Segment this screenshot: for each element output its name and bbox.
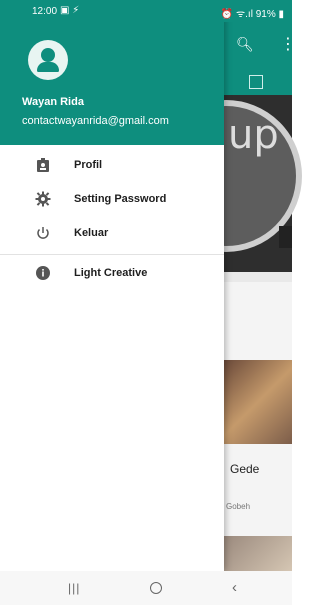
divider: [0, 254, 224, 255]
status-bar: 12:00 ▣ ⚡ ⏰ ᯤ.ıl 91% ▮: [0, 0, 292, 22]
menu-label: Setting Password: [74, 193, 167, 205]
list-tab-icon[interactable]: [249, 75, 263, 89]
menu-label: Keluar: [74, 227, 109, 239]
back-icon[interactable]: ‹: [232, 579, 237, 596]
navigation-drawer: Wayan Rida contactwayanrida@gmail.com Pr…: [0, 0, 224, 571]
avatar-body: [37, 62, 59, 72]
menu-item-keluar[interactable]: Keluar: [0, 218, 224, 252]
menu-item-profil[interactable]: Profil: [0, 150, 224, 184]
photo-image-2[interactable]: [224, 536, 292, 571]
status-notification-icons: ▣ ⚡: [60, 5, 80, 16]
avatar[interactable]: [28, 40, 68, 80]
menu-label: Light Creative: [74, 267, 148, 279]
info-icon: [34, 265, 52, 283]
card-area-2: [224, 444, 292, 536]
user-email: contactwayanrida@gmail.com: [22, 115, 169, 127]
status-right: ⏰ ᯤ.ıl 91% ▮: [220, 9, 284, 20]
card-subtitle: Gobeh: [226, 502, 251, 511]
menu-label: Profil: [74, 159, 103, 171]
card-title: Gede: [230, 462, 260, 476]
badge-icon: [34, 157, 52, 175]
menu-item-setting-password[interactable]: Setting Password: [0, 184, 224, 218]
menu-item-light-creative[interactable]: Light Creative: [0, 258, 224, 292]
more-options-icon[interactable]: ⋮: [280, 34, 296, 54]
gear-icon: [34, 191, 52, 209]
logo-icon: [279, 226, 292, 248]
search-icon[interactable]: 🔍︎: [236, 36, 254, 53]
photo-image[interactable]: [224, 360, 292, 444]
avatar-head: [41, 48, 55, 62]
user-name: Wayan Rida: [22, 96, 84, 108]
system-navigation-bar: ||| ‹: [0, 571, 292, 605]
power-icon: [34, 225, 52, 243]
home-icon[interactable]: [150, 582, 162, 594]
card-area: [224, 282, 292, 360]
status-time: 12:00: [32, 6, 58, 17]
recents-icon[interactable]: |||: [68, 581, 80, 595]
banner-text: up: [228, 112, 279, 158]
